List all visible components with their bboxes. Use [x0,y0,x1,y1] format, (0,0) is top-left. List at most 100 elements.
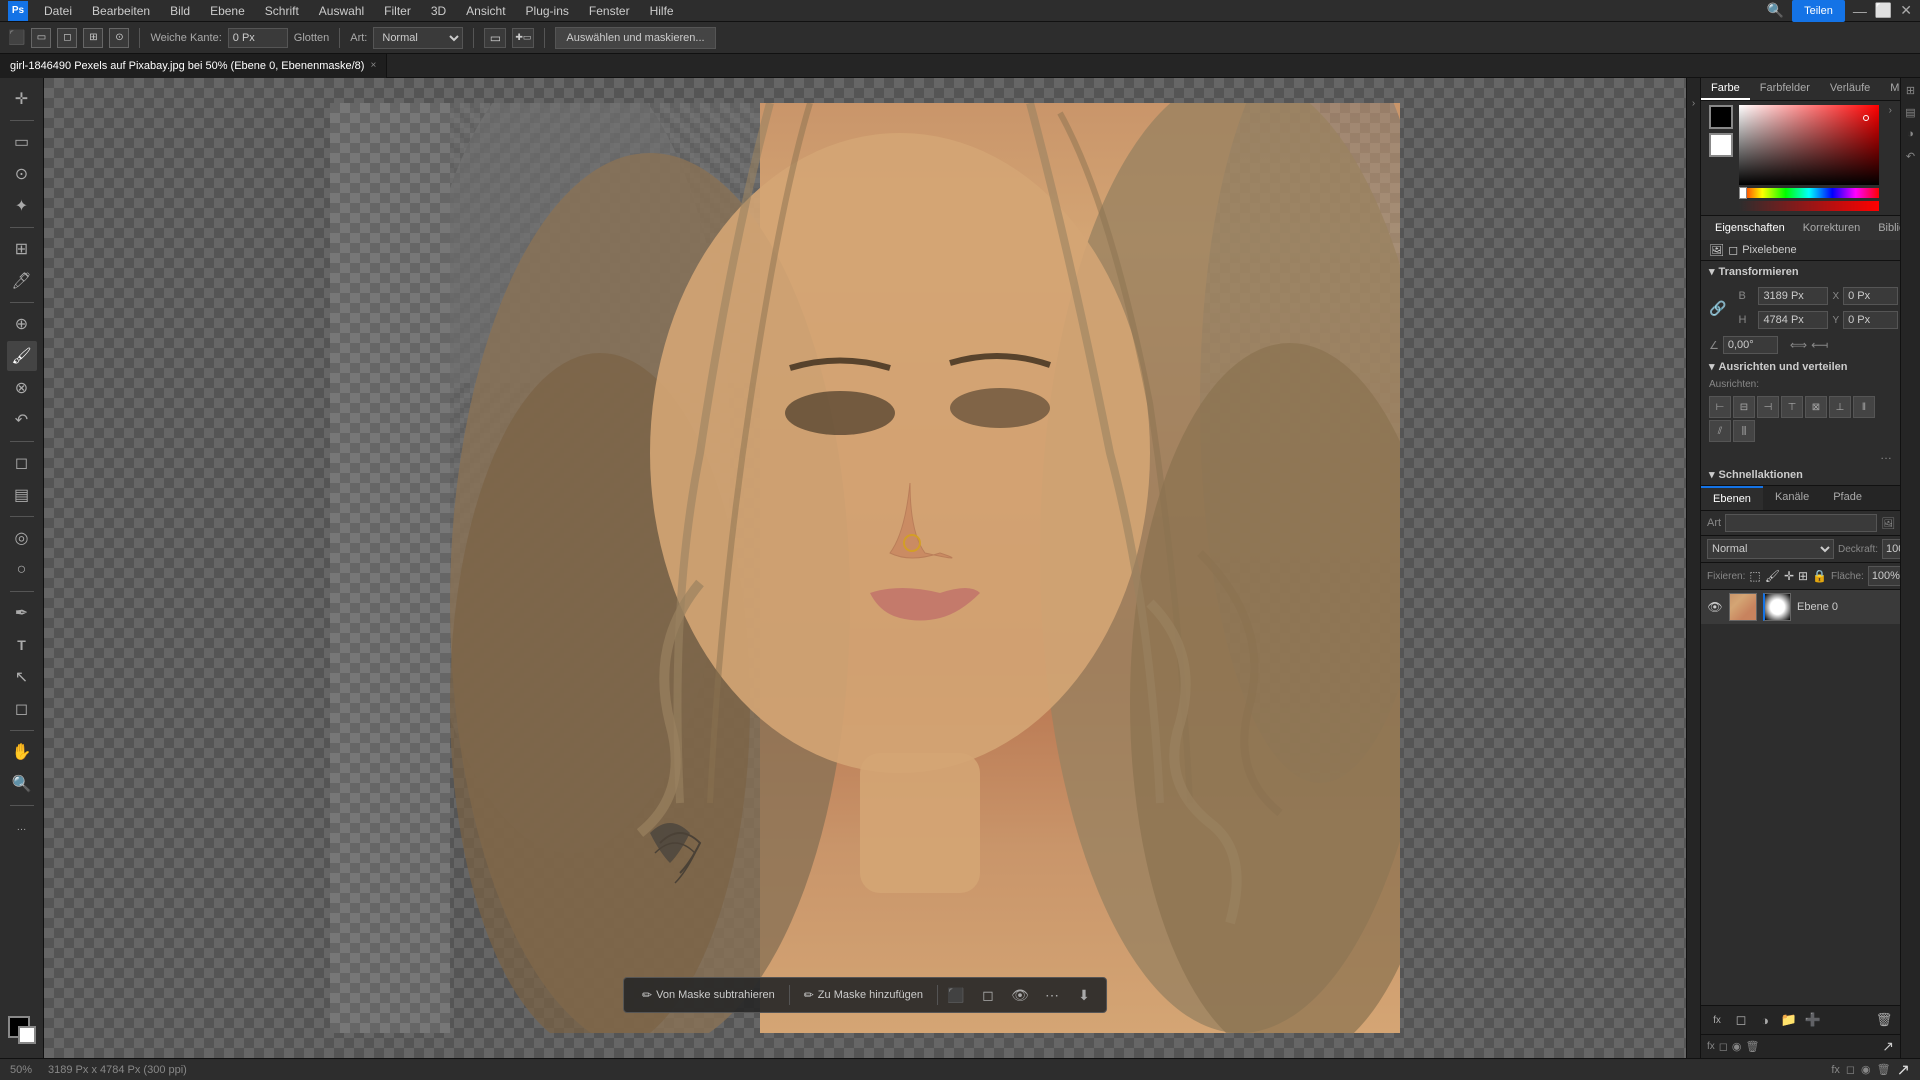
align-section-title[interactable]: ▾ Ausrichten und verteilen [1701,356,1900,377]
mask-mode-rect[interactable]: ▭ [484,28,506,48]
brush-options-icon[interactable]: ⊙ [109,28,129,48]
close-icon[interactable]: ✕ [1900,2,1912,19]
mask-mode-add[interactable]: ✚▭ [512,28,534,48]
history-brush-tool[interactable]: ↶ [7,405,37,435]
tab-verlaeufe[interactable]: Verläufe [1820,78,1880,100]
foreground-swatch[interactable] [1709,105,1733,129]
menu-auswahl[interactable]: Auswahl [311,2,372,20]
menu-bearbeiten[interactable]: Bearbeiten [84,2,158,20]
background-color-swatch[interactable] [18,1026,36,1044]
mask-square-icon[interactable]: ⬛ [942,981,970,1009]
fill-input[interactable] [1868,566,1900,586]
share-button[interactable]: Teilen [1792,0,1845,22]
layer-add-button[interactable]: ➕ [1803,1010,1823,1030]
menu-datei[interactable]: Datei [36,2,80,20]
layer-style-icon[interactable]: ◻ [1719,1040,1728,1053]
search-icon[interactable]: 🔍 [1767,2,1784,19]
align-center-v-btn[interactable]: ⊠ [1805,396,1827,418]
layer-adjustment-button[interactable]: ◑ [1755,1010,1775,1030]
channels-icon[interactable]: ◑ [1903,126,1919,142]
smart-filter-icon[interactable]: ◉ [1732,1040,1742,1053]
lock-transparent-btn[interactable]: ⬚ [1749,569,1760,583]
layer-trash-icon[interactable]: 🗑 [1746,1040,1760,1053]
history-icon[interactable]: ↶ [1903,148,1919,164]
tab-kanaele[interactable]: Kanäle [1763,486,1821,510]
menu-plugins[interactable]: Plug-ins [518,2,577,20]
layer-mask-button[interactable]: ◻ [1731,1010,1751,1030]
lasso-tool[interactable]: ⊙ [7,159,37,189]
hue-bar[interactable] [1739,188,1879,198]
panel-collapse-strip[interactable]: › [1686,78,1700,1058]
quick-select-tool[interactable]: ✦ [7,191,37,221]
status-icon-4[interactable]: 🗑 [1877,1063,1891,1076]
brush-mode-icon[interactable]: ⊞ [83,28,103,48]
text-tool[interactable]: T [7,630,37,660]
quick-actions-title[interactable]: ▾ Schnellaktionen [1701,464,1900,485]
align-right-btn[interactable]: ⊣ [1757,396,1779,418]
width-input[interactable] [1758,287,1828,305]
lock-artboard-btn[interactable]: ⊞ [1798,569,1808,583]
status-icon-2[interactable]: ◻ [1846,1063,1855,1076]
tab-farbfelder[interactable]: Farbfelder [1750,78,1820,100]
menu-filter[interactable]: Filter [376,2,419,20]
align-left-btn[interactable]: ⊢ [1709,396,1731,418]
document-tab[interactable]: girl-1846490 Pexels auf Pixabay.jpg bei … [0,54,387,78]
menu-ebene[interactable]: Ebene [202,2,253,20]
opacity-input[interactable] [1882,539,1900,559]
maximize-icon[interactable]: ⬜ [1875,2,1892,19]
filter-pixel-icon[interactable]: 🖼 [1881,517,1895,530]
status-icon-3[interactable]: ◉ [1861,1063,1871,1076]
tab-farbe[interactable]: Farbe [1701,78,1750,100]
art-select[interactable]: Normal Kante erkennen [373,27,463,49]
move-tool[interactable]: ✛ [7,84,37,114]
x-input[interactable] [1843,287,1898,305]
alpha-bar[interactable] [1739,201,1879,211]
status-icon-1[interactable]: fx [1831,1064,1840,1076]
eyedropper-tool[interactable]: 🖊 [7,266,37,296]
flip-v-icon[interactable]: ⟻ [1811,338,1828,352]
brush-tool[interactable]: 🖌 [7,341,37,371]
layer-item-ebene0[interactable]: 👁 Ebene 0 [1701,590,1900,624]
pen-tool[interactable]: ✒ [7,598,37,628]
layers-filter-input[interactable] [1725,514,1877,532]
tab-ebenen[interactable]: Ebenen [1701,486,1763,510]
brush-hardness-icon[interactable]: ◻ [57,28,77,48]
mask-more-icon[interactable]: ⋯ [1038,981,1066,1009]
menu-hilfe[interactable]: Hilfe [642,2,682,20]
more-tools[interactable]: … [7,812,37,842]
angle-input[interactable] [1723,336,1778,354]
menu-3d[interactable]: 3D [423,2,454,20]
stamp-tool[interactable]: ⊗ [7,373,37,403]
tab-bibliotheken[interactable]: Bibliotheken [1872,220,1900,236]
menu-bild[interactable]: Bild [162,2,198,20]
tab-muster[interactable]: Muster [1880,78,1900,100]
crop-tool[interactable]: ⊞ [7,234,37,264]
hand-tool[interactable]: ✋ [7,737,37,767]
color-expand-icon[interactable]: › [1889,105,1892,116]
path-select-tool[interactable]: ↖ [7,662,37,692]
lock-brush-btn[interactable]: 🖌 [1765,569,1780,583]
tool-presets-icon[interactable]: ⬛ [8,29,25,46]
zoom-tool[interactable]: 🔍 [7,769,37,799]
align-bottom-btn[interactable]: ⊥ [1829,396,1851,418]
layers-icon[interactable]: ▤ [1903,104,1919,120]
mask-eye-icon[interactable]: 👁 [1006,981,1034,1009]
softness-input[interactable] [228,28,288,48]
tab-korrekturen[interactable]: Korrekturen [1797,220,1866,236]
tab-pfade[interactable]: Pfade [1821,486,1874,510]
properties-icon[interactable]: ⊞ [1903,82,1919,98]
select-mask-button[interactable]: Auswählen und maskieren... [555,27,715,49]
blur-tool[interactable]: ◎ [7,523,37,553]
layer-visibility-toggle[interactable]: 👁 [1707,599,1723,615]
height-input[interactable] [1758,311,1828,329]
align-center-h-btn[interactable]: ⊟ [1733,396,1755,418]
shape-tool[interactable]: ◻ [7,694,37,724]
healing-tool[interactable]: ⊕ [7,309,37,339]
menu-fenster[interactable]: Fenster [581,2,638,20]
rectangle-select-tool[interactable]: ▭ [7,127,37,157]
brush-size-icon[interactable]: ▭ [31,28,51,48]
mask-expand-icon[interactable]: ⬇ [1070,981,1098,1009]
flip-h-icon[interactable]: ⟺ [1790,338,1807,352]
dodge-tool[interactable]: ○ [7,555,37,585]
distribute-center-h-btn[interactable]: ⫽ [1709,420,1731,442]
